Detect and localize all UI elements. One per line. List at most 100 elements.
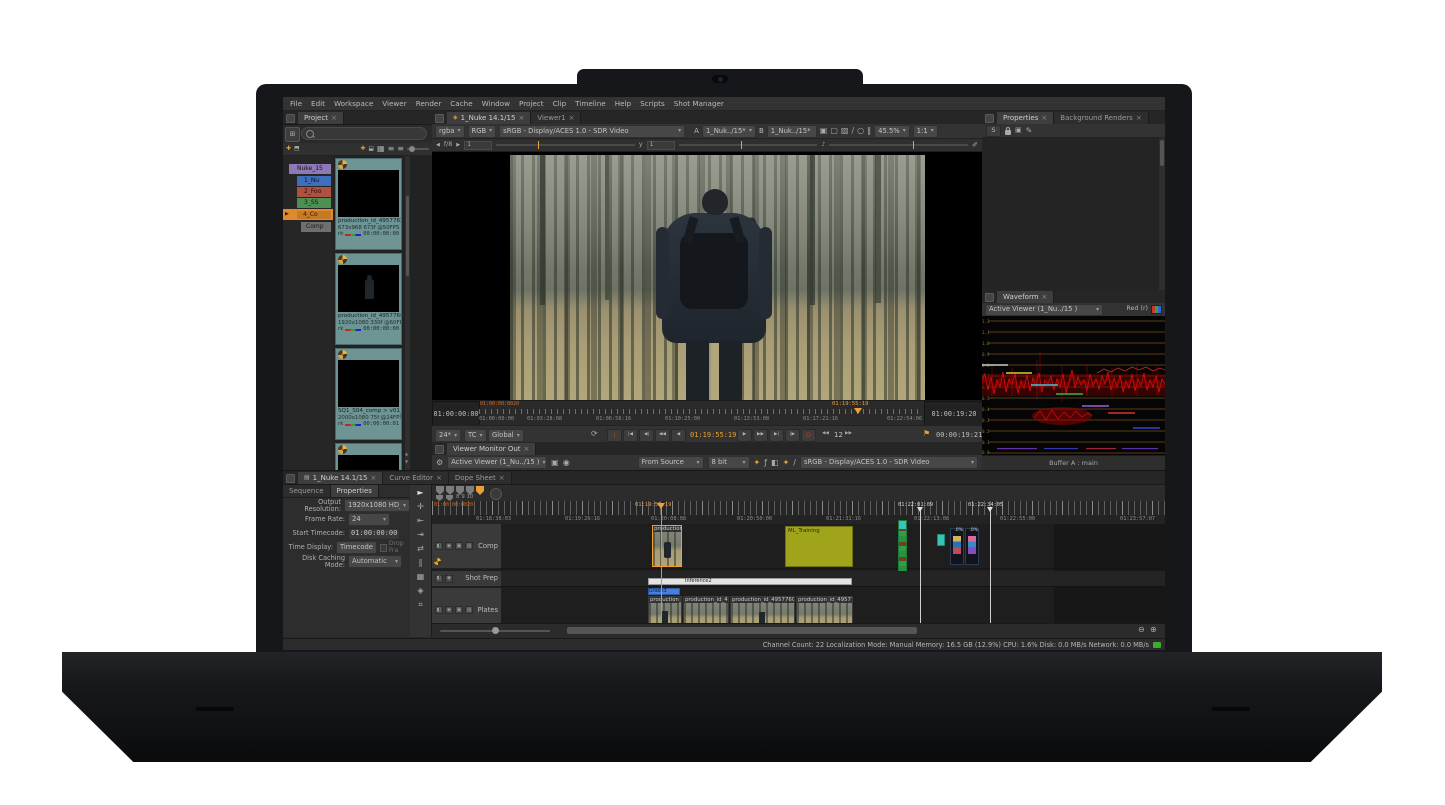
menu-workspace[interactable]: Workspace — [334, 100, 373, 107]
timeline-zoom-slider[interactable] — [440, 630, 550, 632]
tab-sequence-editor[interactable]: ▤ 1_Nuke 14.1/15× — [298, 472, 383, 484]
bin-scrollbar[interactable]: ▲ ▼ — [405, 156, 410, 470]
zoom-dropdown[interactable]: 45.5%▾ — [874, 125, 910, 138]
zoom-in-icon[interactable]: ⊕ — [1150, 626, 1157, 634]
track-visible-icon[interactable]: ◉ — [445, 575, 453, 583]
close-icon[interactable]: × — [518, 115, 524, 122]
from-source-dropdown[interactable]: From Source▾ — [638, 456, 704, 469]
panel-menu-icon[interactable] — [435, 445, 444, 454]
clip-ml-training[interactable]: ML_Training — [785, 526, 853, 567]
list-view-icon[interactable]: ≡ — [397, 145, 404, 153]
bin-clip-4[interactable]: SQ_Pilot_S001_comp > 2048x1152 111f @24F… — [335, 443, 402, 470]
close-icon[interactable]: × — [1136, 115, 1142, 122]
prev-keyframe-button[interactable]: ◀| — [639, 429, 654, 442]
close-icon[interactable]: × — [569, 115, 575, 122]
frame-rate-dropdown[interactable]: 24▾ — [348, 513, 390, 526]
scroll-up-icon[interactable]: ▲ — [405, 452, 408, 456]
menu-scripts[interactable]: Scripts — [640, 100, 665, 107]
track-fx-icon[interactable]: ▨ — [465, 542, 473, 550]
monitor-source-dropdown[interactable]: Active Viewer (1_Nu../15 )▾ — [447, 456, 547, 469]
marker2-line[interactable] — [990, 510, 991, 637]
tag-2-button[interactable] — [446, 486, 454, 495]
range-flag-icon[interactable]: ⚑ — [923, 430, 930, 438]
subtab-properties[interactable]: Properties — [331, 485, 379, 497]
panel-menu-icon[interactable] — [985, 293, 994, 302]
start-timecode-field[interactable]: 01:00:00:00 — [348, 528, 400, 540]
tab-viewer1[interactable]: Viewer1× — [531, 112, 581, 124]
edit-pencil-icon[interactable]: ✎ — [1026, 127, 1033, 135]
trim-out-tool-icon[interactable]: ⇥ — [417, 531, 424, 539]
tree-item-3-ss[interactable]: 3_SS — [297, 198, 331, 208]
menu-shot-manager[interactable]: Shot Manager — [674, 100, 724, 107]
fps-dropdown[interactable]: 24*▾ — [435, 429, 461, 442]
close-icon[interactable]: × — [331, 115, 337, 122]
tab-viewer-main[interactable]: ◈ 1_Nuke 14.1/15× — [447, 112, 531, 124]
input-process-icon[interactable]: ✦ — [754, 459, 761, 467]
timeline-marker-chip[interactable] — [937, 534, 945, 546]
time-display-dropdown[interactable]: Timecode — [336, 541, 377, 554]
gain-field[interactable]: 1 — [464, 141, 492, 150]
marker-menu-button[interactable] — [490, 488, 502, 500]
properties-scrollbar[interactable] — [1159, 138, 1165, 290]
bin-list-icon[interactable]: ⬓ — [368, 146, 374, 152]
menu-viewer[interactable]: Viewer — [382, 100, 406, 107]
gear-icon[interactable]: ⚙ — [436, 459, 443, 467]
timeline-playhead-line[interactable] — [661, 505, 662, 637]
tc-mode-dropdown[interactable]: TC▾ — [464, 429, 487, 442]
tab-project[interactable]: Project × — [298, 112, 344, 124]
close-icon[interactable]: × — [499, 475, 505, 482]
marker1-pin[interactable] — [917, 507, 923, 512]
tree-item-2-foo[interactable]: 2_Foo — [297, 187, 331, 197]
monitor-out-icon[interactable]: ▣ — [820, 127, 828, 135]
step-back-button[interactable]: ◀◀ — [655, 429, 670, 442]
menu-window[interactable]: Window — [482, 100, 510, 107]
buffer-b-dropdown[interactable]: 1_Nuk../15* — [767, 125, 817, 138]
pause-icon[interactable]: ‖ — [867, 127, 871, 135]
tab-background-renders[interactable]: Background Renders× — [1054, 112, 1148, 124]
viewer-process-icon[interactable]: ✦ — [783, 459, 790, 467]
menu-render[interactable]: Render — [416, 100, 442, 107]
out-point-button[interactable]: O — [801, 429, 816, 442]
display-transform-dropdown[interactable]: sRGB - Display/ACES 1.0 - SDR Video▾ — [499, 125, 685, 138]
track-header-comp[interactable]: ◧ ◉ ▣ ▨ Comp — [432, 524, 501, 569]
panel-menu-icon[interactable] — [435, 114, 444, 123]
track-mute-icon[interactable]: ▣ — [455, 542, 463, 550]
thumbnail-size-slider[interactable] — [407, 148, 429, 150]
in-point-button[interactable]: I — [607, 429, 622, 442]
clip-filmstrip[interactable] — [898, 520, 907, 572]
add-item-icon[interactable]: ✚ — [286, 146, 291, 152]
folder-up-icon[interactable]: ⬒ — [294, 146, 300, 152]
subtab-sequence[interactable]: Sequence — [283, 485, 331, 497]
panel-menu-icon[interactable] — [286, 114, 295, 123]
disk-caching-dropdown[interactable]: Automatic▾ — [348, 555, 402, 568]
new-bin-icon[interactable]: ✚ — [360, 146, 365, 152]
range-mode-dropdown[interactable]: Global▾ — [488, 429, 524, 442]
zoom-out-icon[interactable]: ⊖ — [1138, 626, 1145, 634]
clip-inference2[interactable]: Inference2 — [648, 578, 852, 585]
bin-clip-2[interactable]: production_id_4957766 1920x1080 330f @60… — [335, 253, 402, 345]
tree-item-1-nu[interactable]: 1_Nu — [297, 176, 331, 186]
track-header-shot-prep[interactable]: ◧ ◉ Shot Prep — [432, 571, 501, 587]
menu-cache[interactable]: Cache — [450, 100, 472, 107]
viewer-playhead[interactable] — [854, 408, 862, 414]
lut-icon[interactable]: ƒ — [764, 459, 767, 467]
viewer-timeline[interactable]: 01:00:00:00 01:00:19:20 01:00:00:0020 01… — [432, 400, 982, 426]
playback-mode-icon[interactable]: ⟳ — [591, 430, 598, 438]
join-tool-icon[interactable]: ◈ — [417, 587, 423, 595]
tag-1-button[interactable] — [436, 486, 444, 495]
close-icon[interactable]: × — [371, 475, 377, 482]
tree-item-4-co-selected[interactable]: ▶ 4_Co — [283, 209, 333, 220]
multi-tool-icon[interactable]: ⌗ — [418, 601, 423, 609]
gamut-icon[interactable]: ◧ — [771, 459, 779, 467]
pixel-ratio-dropdown[interactable]: 1:1▾ — [913, 125, 938, 138]
tab-properties[interactable]: Properties× — [997, 112, 1054, 124]
gain-slider[interactable] — [496, 144, 635, 146]
timeline-playhead[interactable] — [657, 503, 665, 509]
wipe-icon[interactable]: / — [851, 127, 854, 135]
goto-start-button[interactable]: |◀ — [623, 429, 638, 442]
drop-frame-checkbox[interactable] — [380, 544, 387, 552]
track-mute-icon[interactable]: ▣ — [455, 606, 463, 614]
close-icon[interactable]: × — [1042, 294, 1048, 301]
thumbnail-view-icon[interactable]: ▦ — [377, 145, 385, 153]
monitor-out2-icon[interactable]: ▢ — [830, 127, 838, 135]
